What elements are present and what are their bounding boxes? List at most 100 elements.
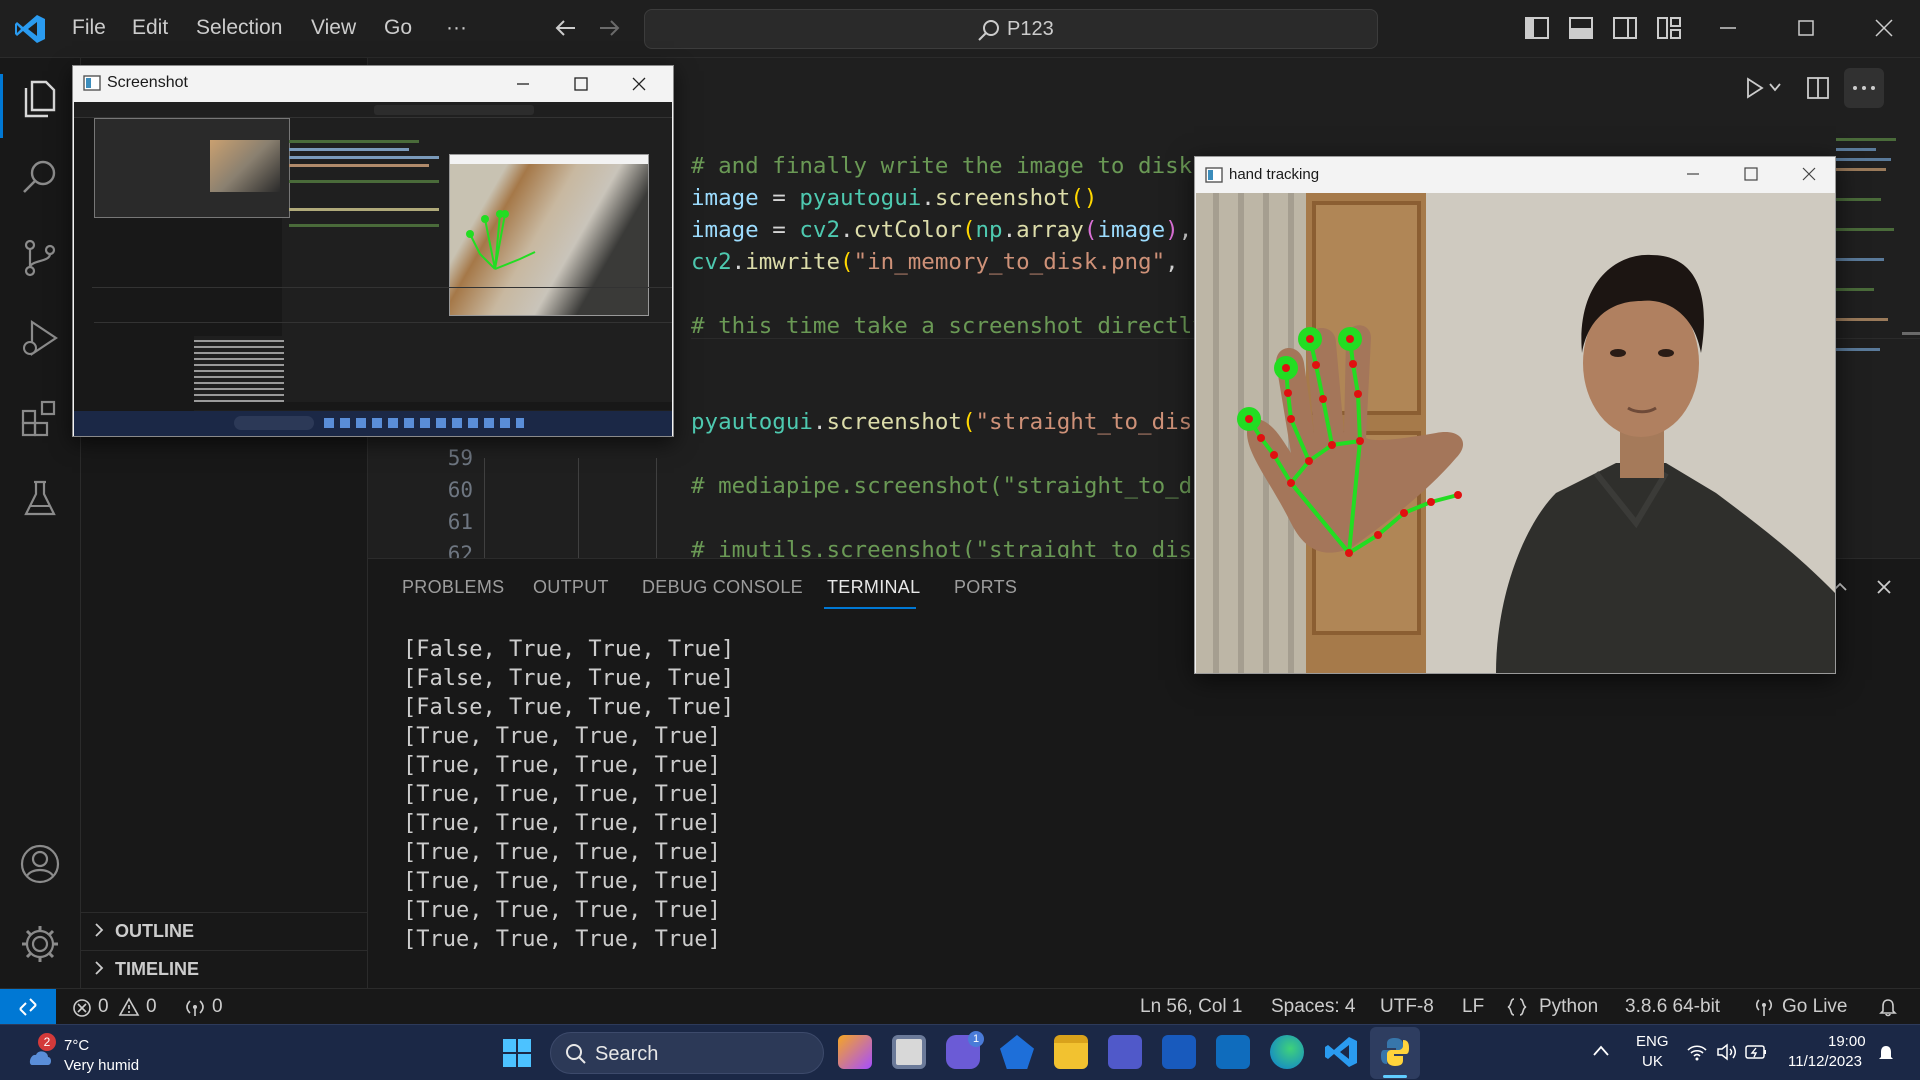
wifi-icon[interactable] [1686,1043,1708,1061]
tab-debug-console[interactable]: DEBUG CONSOLE [642,577,803,598]
explorer-icon[interactable] [18,76,62,120]
run-python-file-icon[interactable] [1742,76,1766,100]
python-interpreter[interactable]: 3.8.6 64-bit [1625,996,1720,1018]
toggle-panel-icon[interactable] [1568,16,1594,40]
word-icon[interactable] [1162,1035,1196,1069]
ports-count[interactable]: 0 [212,996,223,1018]
run-debug-icon[interactable] [18,316,62,360]
active-app-indicator [1383,1075,1407,1078]
maximize-icon[interactable] [1741,164,1761,184]
close-icon[interactable] [629,74,649,94]
minimize-icon[interactable] [1683,164,1703,184]
command-center-label: P123 [1007,18,1054,40]
minimize-icon[interactable] [1714,14,1742,42]
close-panel-icon[interactable] [1874,577,1894,597]
tab-terminal[interactable]: TERMINAL [827,577,920,598]
python-icon [1381,1038,1409,1066]
scrollbar-thumb[interactable] [1902,332,1920,335]
maximize-icon[interactable] [571,74,591,94]
chevron-right-icon [95,961,104,975]
outline-label: OUTLINE [115,921,194,941]
testing-flask-icon[interactable] [18,476,62,520]
more-horizontal-icon [1853,86,1875,90]
menu-go[interactable]: Go [384,16,412,40]
ports-broadcast-icon[interactable] [184,997,206,1017]
go-live-button[interactable]: Go Live [1782,996,1847,1018]
hand-tracking-window[interactable]: hand tracking [1194,156,1836,674]
taskbar-search[interactable]: Search [550,1032,824,1074]
menu-view[interactable]: View [311,16,356,40]
title-bar: File Edit Selection View Go ··· P123 [0,0,1920,58]
remote-indicator[interactable] [0,989,56,1025]
edge-icon[interactable] [1270,1035,1304,1069]
menu-more[interactable]: ··· [446,16,467,40]
teams-icon[interactable] [1108,1035,1142,1069]
language-top[interactable]: ENG [1636,1033,1669,1050]
cursor-position[interactable]: Ln 56, Col 1 [1140,996,1242,1018]
volume-icon[interactable] [1716,1043,1738,1061]
python-app-active[interactable] [1370,1027,1420,1079]
menu-file[interactable]: File [72,16,106,40]
command-center-search[interactable]: P123 [644,9,1378,49]
end-of-line[interactable]: LF [1462,996,1484,1018]
customize-layout-icon[interactable] [1656,16,1682,40]
close-icon[interactable] [1870,14,1898,42]
file-explorer-icon[interactable] [1054,1035,1088,1069]
extensions-icon[interactable] [18,396,62,440]
code-line: # and finally write the image to disk [691,153,1193,179]
source-control-icon[interactable] [18,236,62,280]
more-actions-button[interactable] [1844,68,1884,108]
notification-bell-icon[interactable] [1876,1043,1896,1063]
close-icon[interactable] [1799,164,1819,184]
encoding[interactable]: UTF-8 [1380,996,1434,1018]
editor-actions [1740,68,1920,108]
tab-output[interactable]: OUTPUT [533,577,609,598]
battery-icon[interactable] [1744,1043,1768,1061]
minimap[interactable] [1836,138,1908,418]
terminal-line: [True, True, True, True] [403,840,721,865]
minimize-icon[interactable] [513,74,533,94]
language-bottom[interactable]: UK [1642,1053,1663,1070]
split-editor-icon[interactable] [1806,76,1830,100]
chevron-down-icon[interactable] [1768,80,1782,94]
account-icon[interactable] [18,842,62,886]
tab-ports[interactable]: PORTS [954,577,1017,598]
clock-date[interactable]: 11/12/2023 [1788,1053,1862,1070]
search-icon [566,1044,586,1064]
manage-gear-icon[interactable] [18,922,62,966]
problems-status[interactable]: 0 0 [70,989,170,1025]
copilot-preview-icon[interactable] [838,1035,872,1069]
language-mode[interactable]: Python [1539,996,1598,1018]
toggle-secondary-sidebar-icon[interactable] [1612,16,1638,40]
forward-arrow-icon[interactable] [596,16,622,40]
error-icon [73,999,91,1017]
language-braces-icon [1507,998,1527,1016]
screenshot-window[interactable]: Screenshot [72,65,674,437]
menu-edit[interactable]: Edit [132,16,168,40]
terminal-line: [True, True, True, True] [403,753,721,778]
timeline-section[interactable]: TIMELINE [81,950,368,986]
diamond-app-icon[interactable] [1000,1035,1034,1069]
outlook-icon[interactable] [1216,1035,1250,1069]
indentation[interactable]: Spaces: 4 [1271,996,1356,1018]
maximize-icon[interactable] [1792,14,1820,42]
vscode-taskbar-icon[interactable] [1324,1035,1358,1069]
chevron-up-icon[interactable] [1592,1043,1610,1059]
back-arrow-icon[interactable] [553,16,579,40]
windows-start-icon[interactable] [502,1038,532,1068]
clock-time[interactable]: 19:00 [1828,1033,1866,1050]
weather-widget[interactable]: 2 7°C Very humid [18,1033,158,1075]
code-line: # this time take a screenshot directly [691,313,1206,339]
outline-section[interactable]: OUTLINE [81,912,368,948]
notifications-bell-icon[interactable] [1878,997,1898,1017]
task-view-icon[interactable] [892,1035,926,1069]
tab-problems[interactable]: PROBLEMS [402,577,504,598]
line-number: 61 [447,510,473,534]
warning-icon [118,997,140,1016]
remote-icon [19,998,37,1016]
menu-selection[interactable]: Selection [196,16,282,40]
vscode-logo-icon[interactable] [14,14,46,44]
toggle-primary-sidebar-icon[interactable] [1524,16,1550,40]
search-sidebar-icon[interactable] [18,156,62,200]
terminal-line: [True, True, True, True] [403,869,721,894]
